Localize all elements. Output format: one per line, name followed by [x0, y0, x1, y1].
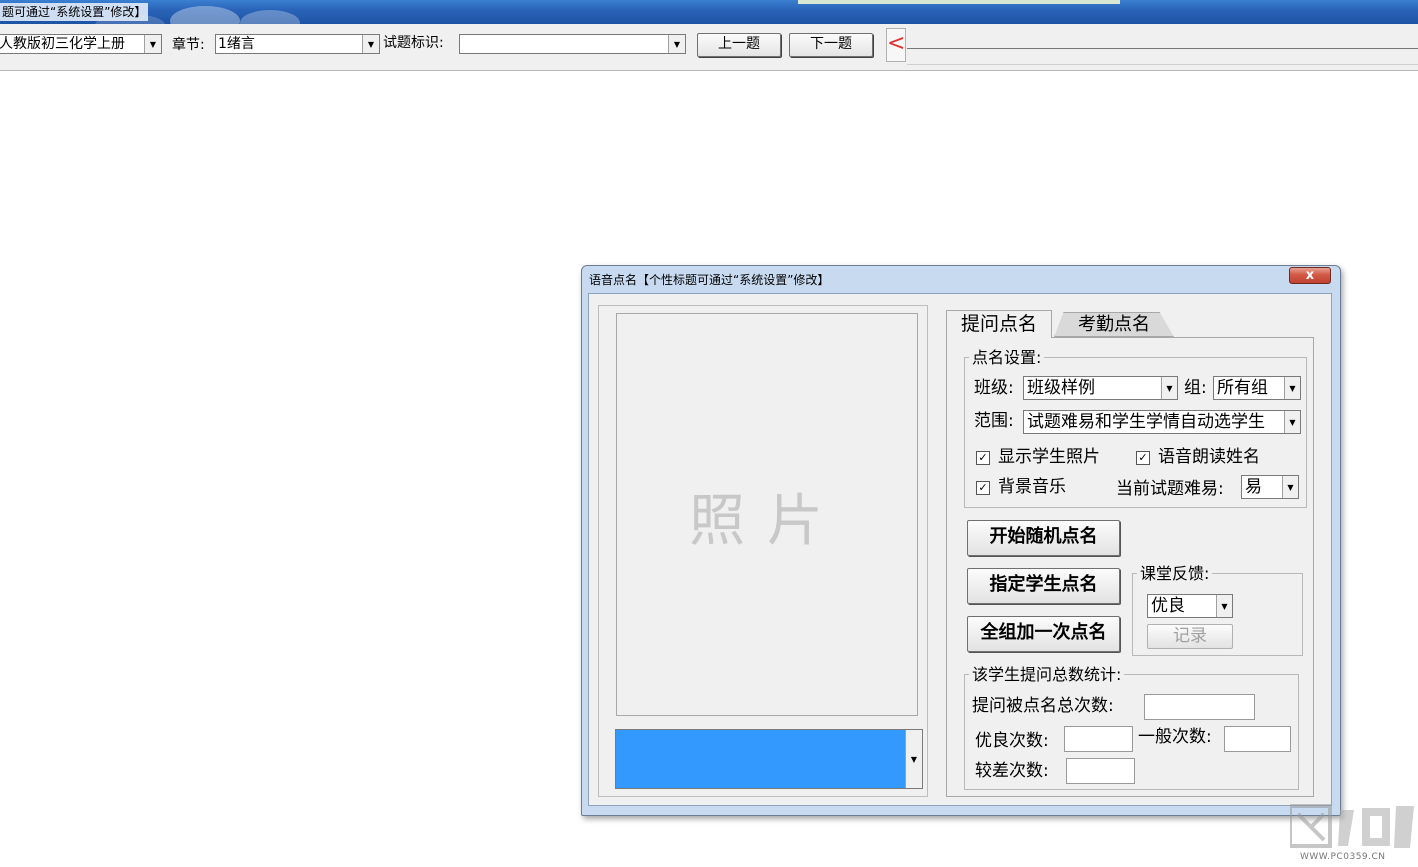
tab-label: 提问点名: [960, 313, 1037, 335]
next-question-button[interactable]: 下一题: [789, 33, 873, 57]
question-id-select[interactable]: ▼: [459, 34, 686, 54]
normal-count-field[interactable]: [1224, 726, 1291, 752]
photo-placeholder-label: 照片: [689, 489, 845, 554]
checkbox-check-icon[interactable]: ✓: [1136, 451, 1150, 465]
chevron-down-icon[interactable]: ▼: [362, 35, 379, 53]
show-photo-label: 显示学生照片: [998, 447, 1100, 467]
range-label: 范围:: [974, 411, 1014, 431]
class-select[interactable]: 班级样例 ▼: [1023, 376, 1178, 400]
group-value: 所有组: [1217, 378, 1268, 398]
chevron-down-icon[interactable]: ▼: [1284, 377, 1300, 399]
checkbox-check-icon[interactable]: ✓: [976, 481, 990, 495]
textbook-value: 人教版初三化学上册: [0, 36, 125, 52]
tab-attendance[interactable]: 考勤点名: [1054, 312, 1174, 337]
feedback-value: 优良: [1151, 596, 1185, 616]
roll-call-dialog: 语音点名【个性标题可通过“系统设置”修改】 x 照片 ▼ 考勤点名 提问点名 点…: [581, 265, 1341, 816]
record-button[interactable]: 记录: [1147, 624, 1233, 649]
good-count-label: 优良次数:: [975, 731, 1049, 751]
chevron-down-icon[interactable]: ▼: [1216, 595, 1232, 617]
good-count-field[interactable]: [1064, 726, 1133, 752]
voice-read-checkbox[interactable]: ✓ 语音朗读姓名: [1136, 446, 1260, 468]
poor-count-label: 较差次数:: [975, 761, 1049, 781]
range-value: 试题难易和学生学情自动选学生: [1027, 412, 1265, 432]
range-select[interactable]: 试题难易和学生学情自动选学生 ▼: [1023, 410, 1301, 434]
chevron-down-icon[interactable]: ▼: [905, 730, 922, 788]
class-label: 班级:: [974, 378, 1014, 398]
titlebar-decoration: [240, 10, 300, 24]
chapter-select[interactable]: 1绪言 ▼: [215, 34, 380, 54]
chapter-value: 1绪言: [218, 36, 255, 52]
feedback-select[interactable]: 优良 ▼: [1147, 594, 1233, 618]
tab-question-rollcall[interactable]: 提问点名: [946, 310, 1052, 338]
chevron-down-icon[interactable]: ▼: [1282, 476, 1298, 498]
normal-count-label: 一般次数:: [1138, 727, 1212, 747]
titlebar-highlight: [798, 0, 1120, 4]
total-count-label: 提问被点名总次数:: [972, 696, 1114, 716]
difficulty-value: 易: [1245, 477, 1262, 497]
stats-group-label: 该学生提问总数统计:: [969, 665, 1125, 685]
question-id-label: 试题标识:: [383, 35, 444, 51]
bg-music-label: 背景音乐: [998, 477, 1066, 497]
bg-music-checkbox[interactable]: ✓ 背景音乐: [976, 476, 1066, 498]
group-field-label: 组:: [1184, 378, 1207, 398]
close-icon[interactable]: x: [1289, 267, 1331, 284]
voice-read-label: 语音朗读姓名: [1158, 447, 1260, 467]
collapse-left-icon[interactable]: <: [886, 28, 906, 62]
tab-label: 考勤点名: [1078, 314, 1150, 335]
show-photo-checkbox[interactable]: ✓ 显示学生照片: [976, 446, 1100, 468]
difficulty-select[interactable]: 易 ▼: [1241, 475, 1299, 499]
feedback-group-label: 课堂反馈:: [1137, 564, 1213, 584]
designate-student-button[interactable]: 指定学生点名: [967, 568, 1120, 604]
group-rollcall-button[interactable]: 全组加一次点名: [967, 616, 1120, 652]
class-value: 班级样例: [1027, 378, 1095, 398]
chevron-down-icon[interactable]: ▼: [1161, 377, 1177, 399]
group-select[interactable]: 所有组 ▼: [1213, 376, 1301, 400]
rollcall-settings-label: 点名设置:: [969, 348, 1045, 368]
chevron-down-icon[interactable]: ▼: [1284, 411, 1300, 433]
titlebar-decoration: [170, 6, 240, 24]
checkbox-check-icon[interactable]: ✓: [976, 451, 990, 465]
watermark-text: WWW.PC0359.CN: [1300, 852, 1386, 862]
chevron-down-icon[interactable]: ▼: [668, 35, 685, 53]
total-count-field[interactable]: [1144, 694, 1255, 720]
difficulty-label: 当前试题难易:: [1116, 479, 1224, 499]
window-title: 题可通过“系统设置”修改】: [0, 3, 149, 21]
start-random-rollcall-button[interactable]: 开始随机点名: [967, 520, 1120, 556]
chevron-down-icon[interactable]: ▼: [144, 35, 161, 53]
prev-question-button[interactable]: 上一题: [697, 33, 781, 57]
textbook-select[interactable]: 人教版初三化学上册 ▼: [0, 34, 162, 54]
chapter-label: 章节:: [172, 37, 205, 53]
student-name-select[interactable]: ▼: [615, 729, 923, 789]
toolbar-divider: [907, 48, 1418, 49]
dialog-title: 语音点名【个性标题可通过“系统设置”修改】: [589, 273, 830, 287]
toolbar-divider: [907, 64, 1418, 65]
window-titlebar: 题可通过“系统设置”修改】: [0, 0, 1418, 24]
poor-count-field[interactable]: [1066, 758, 1135, 784]
